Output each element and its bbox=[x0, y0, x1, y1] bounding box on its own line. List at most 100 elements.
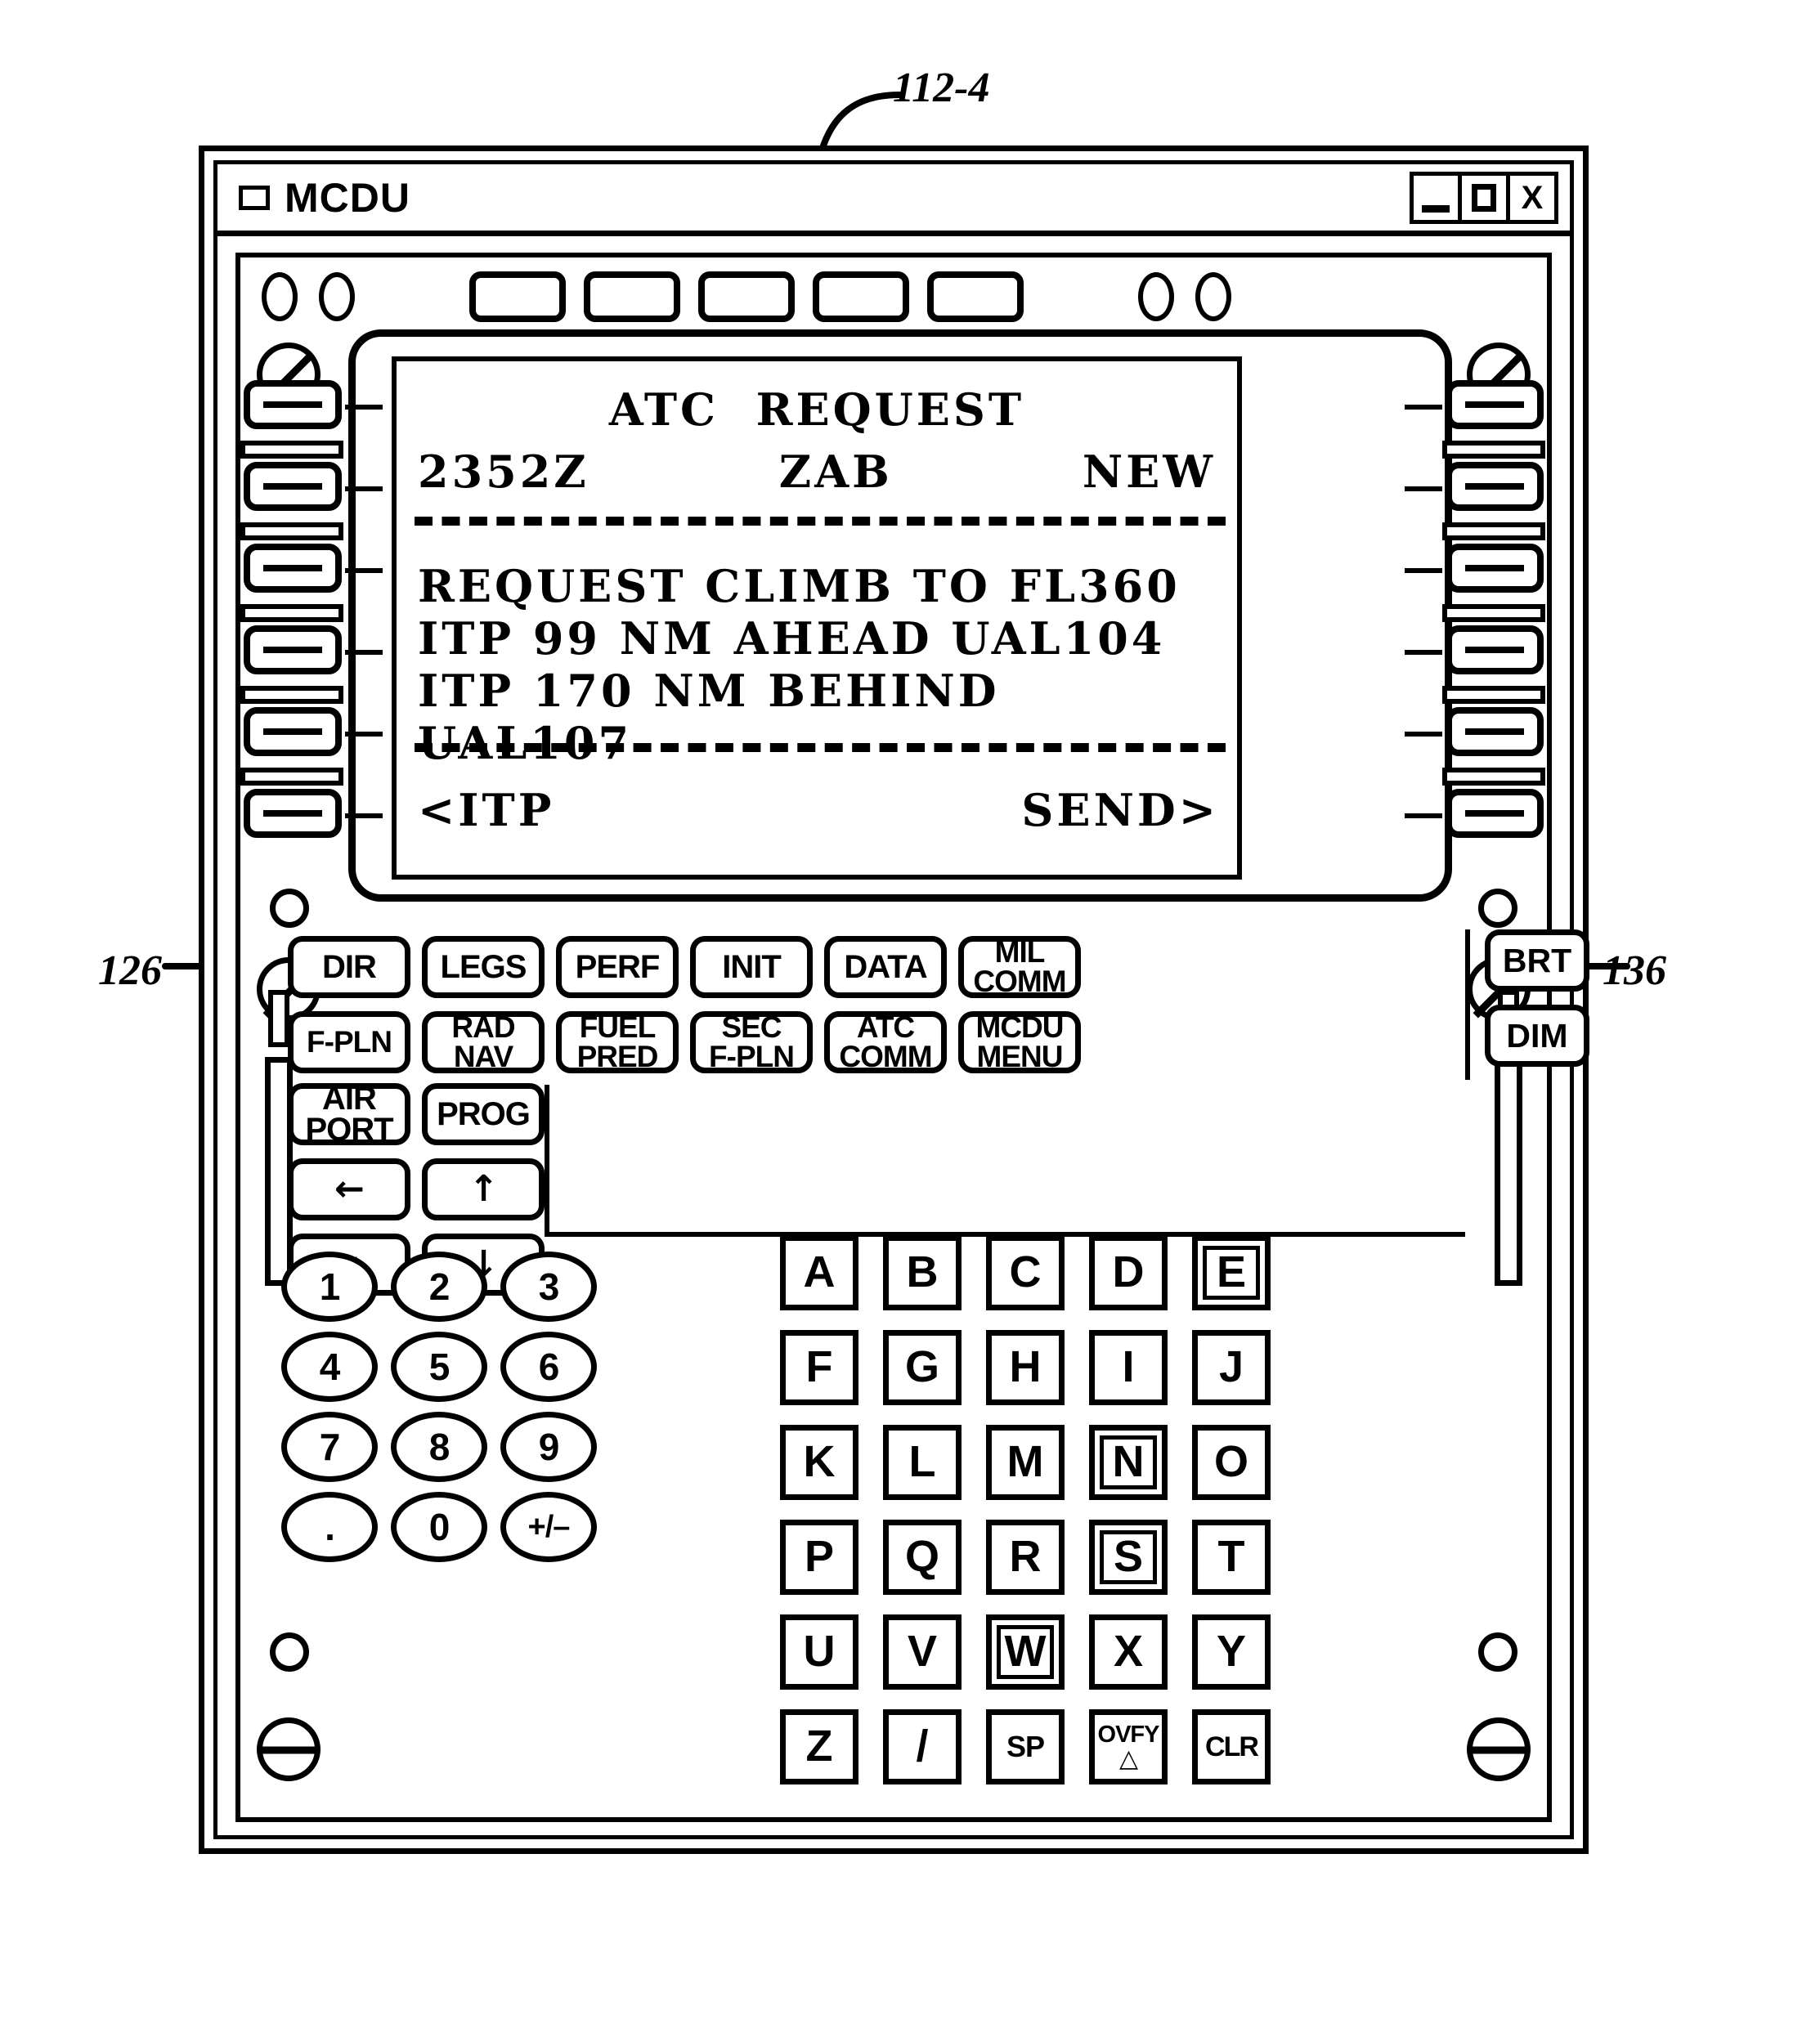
key-r[interactable]: R bbox=[986, 1520, 1065, 1595]
key-o[interactable]: O bbox=[1192, 1425, 1271, 1500]
display-body-line: ITP 170 NM BEHIND bbox=[418, 665, 1000, 717]
key-decimal[interactable]: . bbox=[281, 1492, 378, 1562]
itp-prompt[interactable]: <ITP bbox=[418, 788, 554, 832]
key-airport[interactable]: AIR PORT bbox=[288, 1081, 410, 1146]
key-num-6[interactable]: 6 bbox=[500, 1332, 597, 1402]
key-x[interactable]: X bbox=[1089, 1614, 1168, 1690]
key-num-0[interactable]: 0 bbox=[391, 1492, 487, 1562]
key-p[interactable]: P bbox=[780, 1520, 858, 1595]
key-f[interactable]: F bbox=[780, 1330, 858, 1405]
key-fuel-pred[interactable]: FUEL PRED bbox=[556, 1011, 679, 1073]
close-button[interactable]: X bbox=[1510, 175, 1554, 220]
key-num-1[interactable]: 1 bbox=[281, 1252, 378, 1322]
key-e[interactable]: E bbox=[1192, 1235, 1271, 1310]
window-title: MCDU bbox=[285, 174, 410, 221]
bezel-key-5[interactable] bbox=[927, 271, 1024, 322]
dot-button-left-top[interactable] bbox=[270, 889, 309, 928]
key-c[interactable]: C bbox=[986, 1235, 1065, 1310]
key-brt[interactable]: BRT bbox=[1485, 929, 1589, 992]
lsk-r6[interactable] bbox=[1446, 789, 1544, 838]
key-legs[interactable]: LEGS bbox=[422, 936, 545, 998]
key-num-9[interactable]: 9 bbox=[500, 1412, 597, 1482]
key-slash[interactable]: / bbox=[883, 1709, 962, 1784]
key-num-3[interactable]: 3 bbox=[500, 1252, 597, 1322]
lsk-slot-r5 bbox=[1442, 705, 1547, 787]
dot-button-right-top[interactable] bbox=[1478, 889, 1517, 928]
key-v[interactable]: V bbox=[883, 1614, 962, 1690]
minimize-button[interactable] bbox=[1414, 175, 1458, 220]
bezel-key-4[interactable] bbox=[813, 271, 909, 322]
key-q[interactable]: Q bbox=[883, 1520, 962, 1595]
key-m[interactable]: M bbox=[986, 1425, 1065, 1500]
keypad-divider bbox=[545, 1085, 1465, 1237]
key-dir[interactable]: DIR bbox=[288, 936, 410, 998]
lsk-r3[interactable] bbox=[1446, 544, 1544, 593]
key-atc-comm[interactable]: ATC COMM bbox=[824, 1011, 947, 1073]
key-h[interactable]: H bbox=[986, 1330, 1065, 1405]
bezel-key-2[interactable] bbox=[584, 271, 680, 322]
key-n[interactable]: N bbox=[1089, 1425, 1168, 1500]
key-prog[interactable]: PROG bbox=[422, 1083, 545, 1145]
lsk-l4[interactable] bbox=[244, 625, 342, 674]
lsk-l1[interactable] bbox=[244, 380, 342, 429]
key-data[interactable]: DATA bbox=[824, 936, 947, 998]
key-num-7[interactable]: 7 bbox=[281, 1412, 378, 1482]
key-num-5[interactable]: 5 bbox=[391, 1332, 487, 1402]
key-num-4[interactable]: 4 bbox=[281, 1332, 378, 1402]
key-j[interactable]: J bbox=[1192, 1330, 1271, 1405]
key-perf[interactable]: PERF bbox=[556, 936, 679, 998]
lsk-r4[interactable] bbox=[1446, 625, 1544, 674]
display-time: 2352Z bbox=[418, 446, 589, 498]
line-select-keys-right bbox=[1442, 378, 1547, 869]
key-rad-nav[interactable]: RAD NAV bbox=[422, 1011, 545, 1073]
key-w[interactable]: W bbox=[986, 1614, 1065, 1690]
key-sec-f-pln[interactable]: SEC F-PLN bbox=[690, 1011, 813, 1073]
alpha-row-1: A B C D E bbox=[780, 1235, 1271, 1310]
key-num-2[interactable]: 2 bbox=[391, 1252, 487, 1322]
key-num-8[interactable]: 8 bbox=[391, 1412, 487, 1482]
key-b[interactable]: B bbox=[883, 1235, 962, 1310]
lsk-r2[interactable] bbox=[1446, 462, 1544, 511]
key-t[interactable]: T bbox=[1192, 1520, 1271, 1595]
lsk-l2[interactable] bbox=[244, 462, 342, 511]
key-k[interactable]: K bbox=[780, 1425, 858, 1500]
key-i[interactable]: I bbox=[1089, 1330, 1168, 1405]
numeric-keypad: 1 2 3 4 5 6 7 8 9 . 0 +/– bbox=[281, 1252, 597, 1572]
key-g[interactable]: G bbox=[883, 1330, 962, 1405]
key-clr[interactable]: CLR bbox=[1192, 1709, 1271, 1784]
key-u[interactable]: U bbox=[780, 1614, 858, 1690]
dot-button-right-bottom[interactable] bbox=[1478, 1632, 1517, 1672]
key-z[interactable]: Z bbox=[780, 1709, 858, 1784]
key-f-pln[interactable]: F-PLN bbox=[288, 1011, 410, 1073]
send-prompt[interactable]: SEND> bbox=[1021, 788, 1219, 832]
key-dim[interactable]: DIM bbox=[1485, 1005, 1589, 1067]
arrow-left-icon[interactable]: ← bbox=[288, 1158, 410, 1220]
arrow-up-icon[interactable]: ↑ bbox=[422, 1158, 545, 1220]
key-ovfy[interactable]: OVFY △ bbox=[1089, 1709, 1168, 1784]
key-mil-comm[interactable]: MIL COMM bbox=[958, 936, 1081, 998]
key-l[interactable]: L bbox=[883, 1425, 962, 1500]
key-space[interactable]: SP bbox=[986, 1709, 1065, 1784]
key-d[interactable]: D bbox=[1089, 1235, 1168, 1310]
key-init[interactable]: INIT bbox=[690, 936, 813, 998]
key-a[interactable]: A bbox=[780, 1235, 858, 1310]
bezel-indicator-1 bbox=[262, 271, 298, 321]
lsk-bar-l3 bbox=[240, 604, 343, 622]
key-s[interactable]: S bbox=[1089, 1520, 1168, 1595]
lsk-l6[interactable] bbox=[244, 789, 342, 838]
lsk-r5[interactable] bbox=[1446, 707, 1544, 756]
key-y[interactable]: Y bbox=[1192, 1614, 1271, 1690]
bezel-key-3[interactable] bbox=[698, 271, 795, 322]
lsk-l5[interactable] bbox=[244, 707, 342, 756]
key-plus-minus[interactable]: +/– bbox=[500, 1492, 597, 1562]
slider-right[interactable] bbox=[1495, 1057, 1522, 1286]
key-mcdu-menu[interactable]: MCDU MENU bbox=[958, 1011, 1081, 1073]
bezel-key-1[interactable] bbox=[469, 271, 566, 322]
lsk-l3[interactable] bbox=[244, 544, 342, 593]
maximize-button[interactable] bbox=[1462, 175, 1506, 220]
numeric-row-3: 7 8 9 bbox=[281, 1412, 597, 1482]
dot-button-left-bottom[interactable] bbox=[270, 1632, 309, 1672]
window-controls: X bbox=[1410, 171, 1558, 224]
lsk-r1[interactable] bbox=[1446, 380, 1544, 429]
lsk-bar-l5 bbox=[240, 768, 343, 786]
